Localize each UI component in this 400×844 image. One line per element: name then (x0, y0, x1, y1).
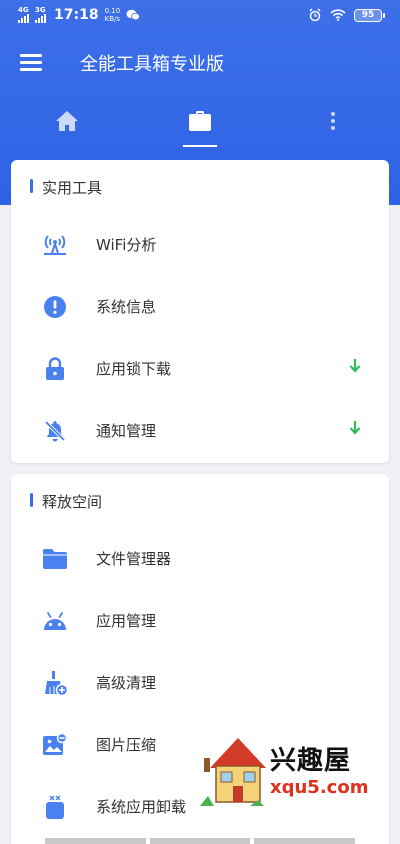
tool-label: 通知管理 (96, 422, 157, 440)
tab-tools[interactable] (175, 100, 225, 146)
briefcase-icon (189, 111, 211, 131)
clock: 17:18 (54, 7, 99, 23)
lock-icon (46, 357, 64, 380)
tool-file-manager[interactable]: 文件管理器 (11, 528, 389, 590)
tool-notification-manager[interactable]: 通知管理 (11, 400, 389, 462)
android-icon (44, 612, 66, 630)
tab-home[interactable] (42, 100, 92, 146)
tool-label: 应用管理 (96, 612, 157, 630)
bell-off-icon (44, 420, 66, 442)
tab-bar (0, 100, 400, 150)
home-icon (56, 111, 78, 131)
tool-label: 系统信息 (96, 298, 157, 316)
watermark-url: xqu5.com (270, 777, 369, 798)
menu-icon[interactable] (20, 54, 42, 72)
uninstall-icon (46, 795, 64, 819)
signal-sim1-icon: 4G (18, 7, 29, 23)
broom-icon (45, 671, 68, 696)
network-speed: 0.10 KB/s (104, 7, 121, 23)
image-icon (43, 733, 68, 755)
tool-app-lock-download[interactable]: 应用锁下载 (11, 338, 389, 400)
tool-label: 高级清理 (96, 674, 157, 692)
section-title: 释放空间 (42, 493, 103, 511)
tool-advanced-clean[interactable]: 高级清理 (11, 652, 389, 714)
tool-label: 应用锁下载 (96, 360, 172, 378)
tab-indicator (183, 145, 217, 147)
app-title: 全能工具箱专业版 (80, 54, 224, 75)
section-utility-tools: 实用工具 WiFi分析 系统信息 应用锁下载 通知管理 (11, 160, 389, 463)
wifi-icon (330, 9, 346, 21)
download-arrow-icon[interactable] (349, 358, 361, 374)
more-vertical-icon (331, 112, 335, 130)
tab-more[interactable] (308, 100, 358, 146)
info-exclamation-icon (44, 296, 66, 318)
tool-label: 图片压缩 (96, 736, 157, 754)
wechat-icon (126, 9, 141, 21)
battery-indicator: 95 (354, 8, 385, 22)
alarm-icon (309, 8, 321, 22)
folder-icon (43, 549, 67, 569)
section-header: 实用工具 (11, 160, 389, 214)
tool-wifi-analysis[interactable]: WiFi分析 (11, 214, 389, 276)
tool-label: WiFi分析 (96, 236, 157, 254)
tool-system-info[interactable]: 系统信息 (11, 276, 389, 338)
watermark-title: 兴趣屋 (270, 746, 352, 776)
section-title: 实用工具 (42, 179, 103, 197)
status-bar: 4G 3G 17:18 0.10 KB/s 95 (0, 0, 400, 32)
download-arrow-icon[interactable] (349, 420, 361, 436)
tool-label: 系统应用卸载 (96, 798, 187, 816)
bottom-strip (45, 838, 356, 844)
wifi-tower-icon (44, 235, 66, 255)
tool-label: 文件管理器 (96, 550, 172, 568)
section-header: 释放空间 (11, 474, 389, 528)
app-bar: 全能工具箱专业版 (0, 38, 400, 88)
tool-app-manager[interactable]: 应用管理 (11, 590, 389, 652)
signal-sim2-icon: 3G (35, 7, 46, 23)
